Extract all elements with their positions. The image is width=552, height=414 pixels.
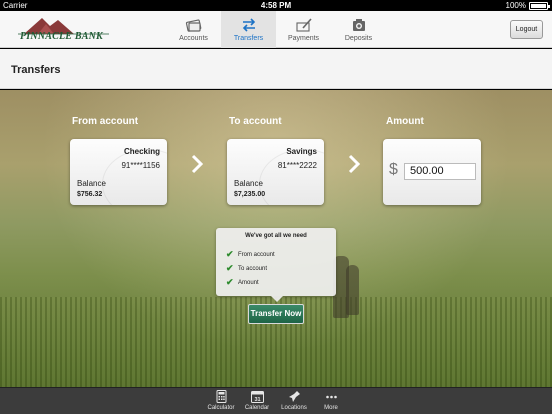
to-account-card[interactable]: Savings 81****2222 Balance $7,235.00 (227, 139, 324, 205)
from-account-name: Checking (123, 147, 160, 156)
tab-deposits[interactable]: Deposits (331, 11, 386, 48)
checklist-item-label: To account (238, 265, 268, 272)
checkmark-icon: ✔ (226, 277, 234, 287)
checklist-title: We've got all we need (245, 233, 307, 239)
card-swirl (259, 149, 324, 205)
tab-accounts-label: Accounts (179, 35, 208, 42)
amount-card: $ 500.00 (383, 139, 481, 205)
chevron-right-icon (348, 154, 361, 174)
page-title-bar: Transfers (0, 49, 552, 89)
calendar-day: 31 (254, 397, 260, 403)
camera-icon (352, 19, 365, 31)
amount-input[interactable]: 500.00 (404, 163, 476, 180)
wallet-icon (185, 19, 201, 32)
clock: 4:58 PM (260, 1, 292, 10)
to-account-name: Savings (286, 147, 317, 156)
tab-payments[interactable]: Payments (276, 11, 331, 48)
checklist-item: ✔ To account (226, 263, 267, 273)
background-figure (346, 265, 359, 315)
bank-logo: PINNACLE BANK (14, 14, 124, 46)
checklist-item-label: From account (238, 251, 275, 258)
checkmark-icon: ✔ (226, 249, 234, 259)
card-swirl (102, 149, 167, 205)
logout-button[interactable]: Logout (510, 20, 543, 39)
requirements-checklist: We've got all we need ✔ From account ✔ To … (216, 228, 336, 302)
to-account-number: 81****2222 (277, 161, 317, 170)
from-account-number: 91****1156 (121, 161, 160, 170)
checklist-item: ✔ Amount (226, 277, 259, 287)
more-dots-icon (325, 395, 337, 399)
bank-name: PINNACLE BANK (20, 31, 103, 42)
status-bar: Carrier 4:58 PM 100% (0, 0, 552, 11)
transfer-now-button[interactable]: Transfer Now (248, 304, 304, 324)
to-balance-label: Balance (234, 179, 263, 188)
checklist-item: ✔ From account (226, 249, 275, 259)
to-account-heading: To account (229, 116, 282, 127)
to-balance-value: $7,235.00 (234, 191, 266, 198)
toolbar-more-label: More (324, 405, 338, 411)
bottom-toolbar: Calculator 31 Calendar Locations More (0, 387, 552, 414)
from-account-heading: From account (72, 116, 139, 127)
toolbar-more[interactable]: More (313, 388, 349, 414)
toolbar-calendar-label: Calendar (244, 405, 270, 411)
pin-icon (288, 391, 300, 402)
toolbar-calendar[interactable]: 31 Calendar (239, 388, 275, 414)
calculator-icon (216, 390, 226, 403)
check-pen-icon (295, 18, 312, 32)
battery-icon (529, 2, 550, 10)
toolbar-calculator-label: Calculator (207, 405, 235, 411)
tab-transfers[interactable]: Transfers (221, 11, 276, 48)
from-balance-label: Balance (77, 179, 106, 188)
battery-percent: 100% (505, 1, 526, 10)
from-balance-value: $756.32 (77, 191, 103, 198)
chevron-right-icon (191, 154, 204, 174)
tab-accounts[interactable]: Accounts (166, 11, 221, 48)
from-account-card[interactable]: Checking 91****1156 Balance $756.32 (70, 139, 167, 205)
toolbar-calculator[interactable]: Calculator (203, 388, 239, 414)
page-title: Transfers (11, 64, 61, 76)
checkmark-icon: ✔ (226, 263, 234, 273)
amount-heading: Amount (386, 116, 424, 127)
calendar-icon: 31 (250, 391, 264, 403)
tab-deposits-label: Deposits (344, 35, 373, 42)
app-header: PINNACLE BANK Accounts Transfers Payment… (0, 11, 552, 48)
transfer-arrows-icon (242, 18, 255, 32)
tab-payments-label: Payments (287, 35, 320, 42)
tab-transfers-label: Transfers (233, 35, 264, 42)
checklist-item-label: Amount (238, 279, 259, 286)
currency-symbol: $ (389, 161, 398, 178)
toolbar-locations[interactable]: Locations (276, 388, 312, 414)
toolbar-locations-label: Locations (281, 405, 307, 411)
